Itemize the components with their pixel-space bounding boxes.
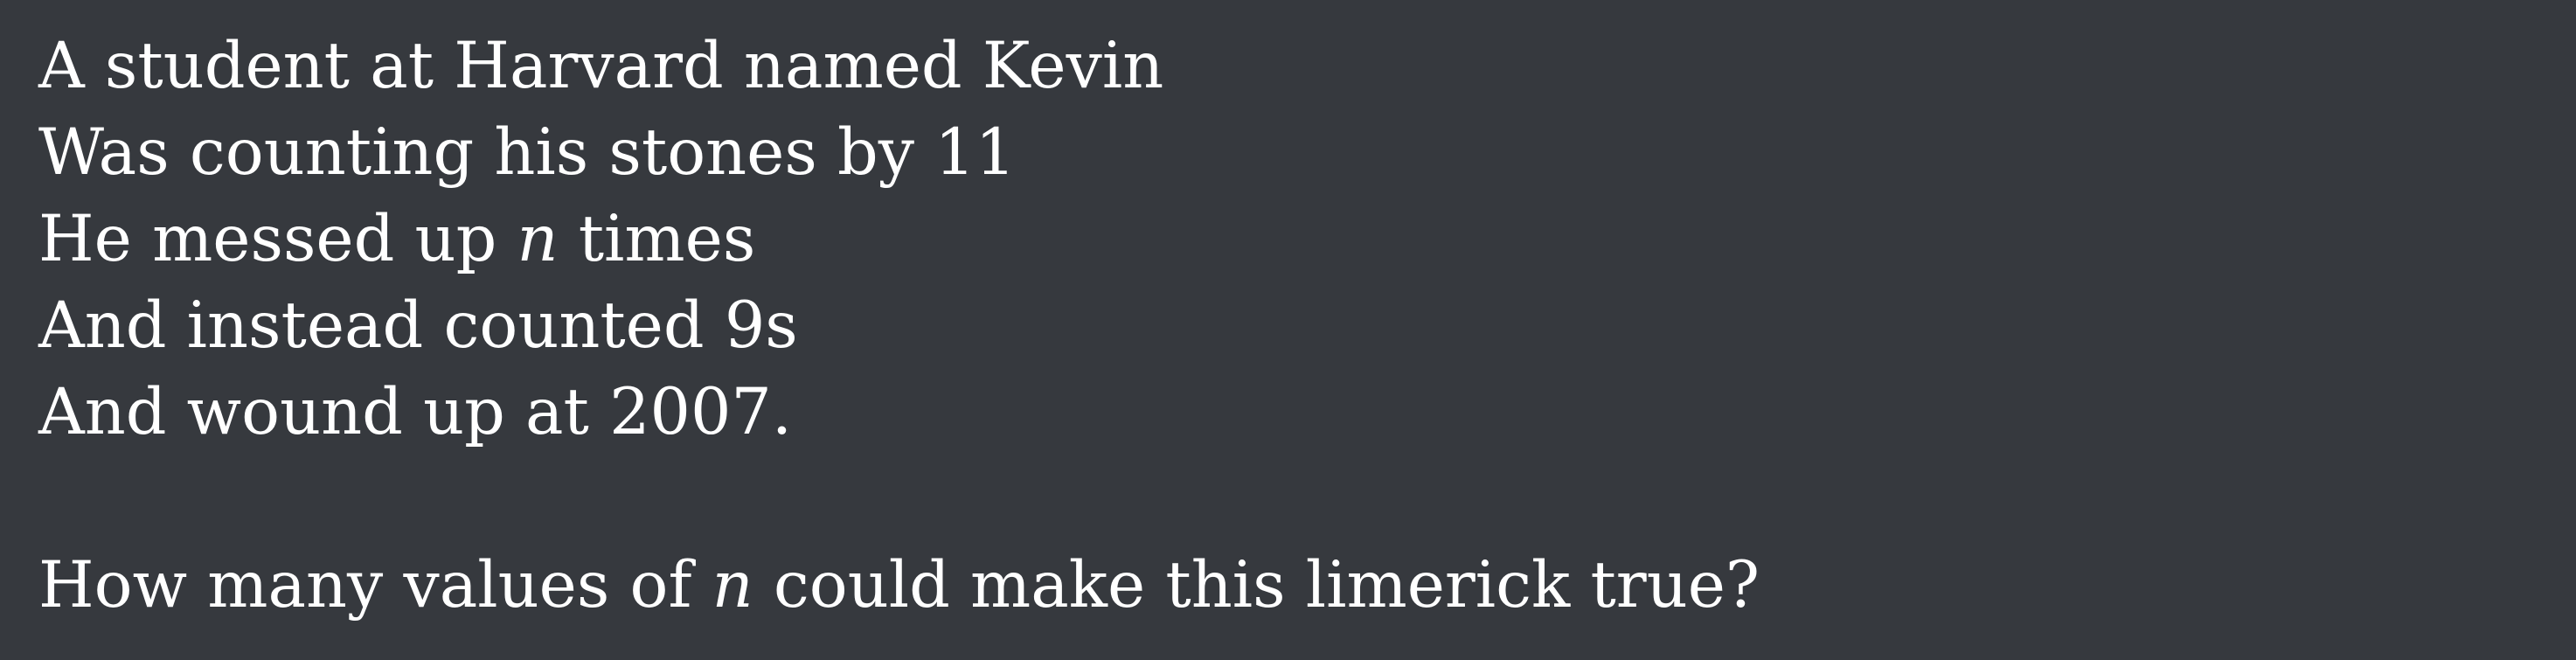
variable-n: n	[712, 548, 753, 622]
problem-text: A student at Harvard named Kevin Was cou…	[38, 23, 1760, 629]
limerick-line-2: Was counting his stones by 11	[38, 115, 1017, 190]
limerick-line-3: He messed up n times	[38, 196, 1760, 282]
limerick-line-3-start: He messed up	[38, 202, 517, 276]
variable-n: n	[517, 202, 559, 276]
question-start: How many values of	[38, 548, 712, 622]
limerick-line-5: And wound up at 2007.	[38, 375, 793, 449]
limerick-line-1: A student at Harvard named Kevin	[38, 29, 1164, 103]
limerick-line-4: And instead counted 9s	[38, 288, 798, 363]
question-line: How many values of n could make this lim…	[38, 542, 1760, 629]
limerick-line-3-end: times	[558, 202, 756, 276]
question-end: could make this limerick true?	[753, 548, 1760, 622]
